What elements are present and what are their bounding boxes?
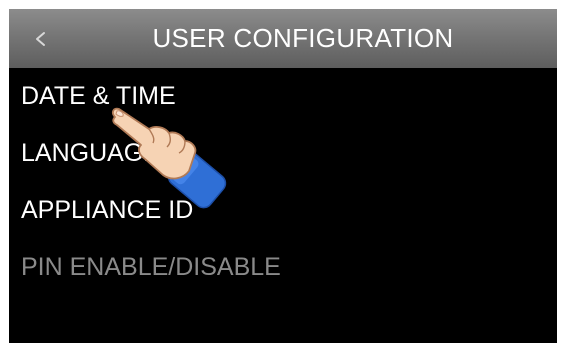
page-title: USER CONFIGURATION [152,23,454,53]
device-screen: USER CONFIGURATION DATE & TIME LANGUAGE … [9,9,557,343]
menu-item-date-time[interactable]: DATE & TIME [9,71,557,121]
title-bar: USER CONFIGURATION [9,9,557,68]
menu-item-language[interactable]: LANGUAGE [9,128,557,178]
menu-item-appliance-id[interactable]: APPLIANCE ID [9,185,557,235]
menu-item-pin-enable-disable: PIN ENABLE/DISABLE [21,253,281,281]
